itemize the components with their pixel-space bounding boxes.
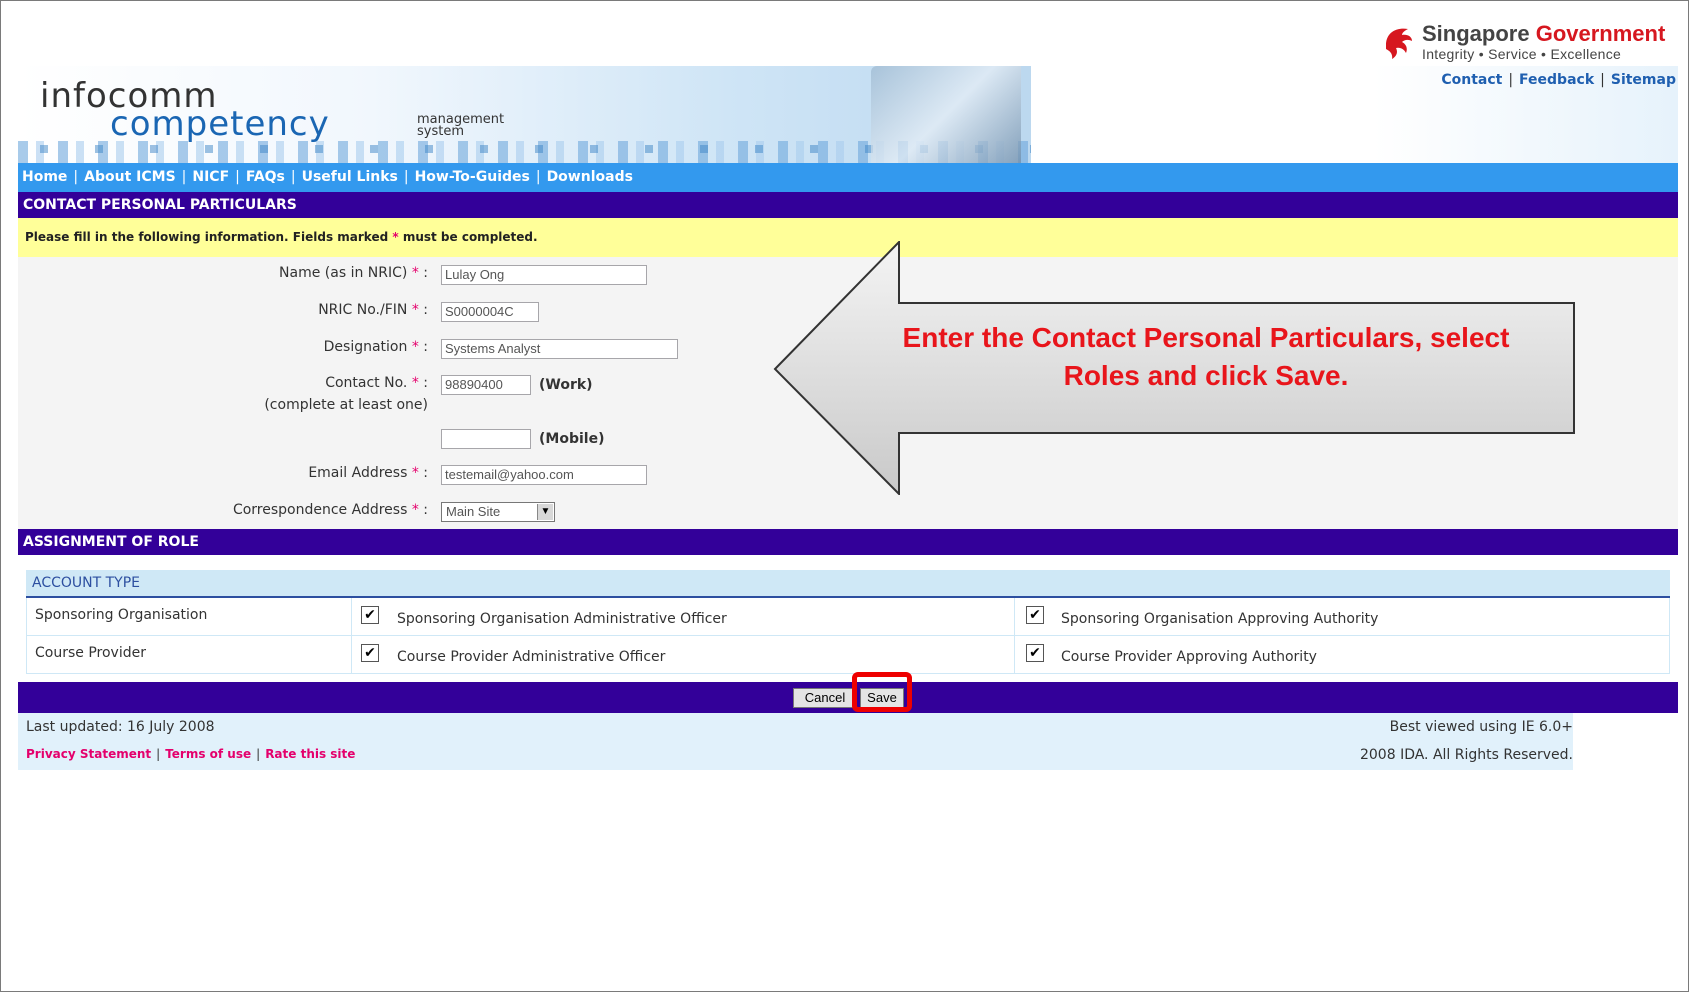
nav-nicf[interactable]: NICF [192, 169, 229, 185]
section-title-role: ASSIGNMENT OF ROLE [18, 529, 1678, 555]
role-table: ACCOUNT TYPE Sponsoring Organisation ✔ S… [18, 555, 1678, 682]
banner-word-management-system: management system [417, 112, 505, 139]
best-viewed: Best viewed using IE 6.0+ [1389, 719, 1573, 735]
address-label: Correspondence Address * : [232, 502, 428, 518]
checkbox-cp-admin[interactable]: ✔ [361, 644, 379, 662]
role-label: Sponsoring Organisation Approving Author… [1061, 611, 1379, 627]
singapore-government-logo[interactable]: Singapore Government Integrity • Service… [1382, 23, 1665, 61]
designation-label: Designation * : [323, 339, 428, 355]
account-type-cell: Course Provider [27, 636, 352, 673]
icms-banner: infocomm competency management system [18, 66, 1031, 163]
name-input[interactable]: Lulay Ong [441, 265, 647, 285]
gov-tagline: Integrity • Service • Excellence [1422, 46, 1622, 62]
last-updated: Last updated: 16 July 2008 [26, 719, 215, 735]
dropdown-arrow-icon[interactable]: ▼ [537, 504, 553, 520]
account-type-header: ACCOUNT TYPE [26, 570, 1670, 598]
footer-links: Privacy Statement | Terms of use | Rate this… [26, 747, 356, 761]
role-cell: ✔ Course Provider Approving Authority [1015, 636, 1671, 673]
gov-title: Singapore Government [1422, 21, 1666, 46]
email-label: Email Address * : [308, 465, 428, 481]
role-cell: ✔ Sponsoring Organisation Administrative… [352, 598, 1015, 635]
address-select[interactable]: Main Site ▼ [441, 502, 555, 522]
privacy-statement-link[interactable]: Privacy Statement [26, 747, 151, 761]
checkbox-cp-approving[interactable]: ✔ [1026, 644, 1044, 662]
contact-label: Contact No. * : [325, 375, 428, 391]
action-bar: Cancel Save [18, 682, 1678, 713]
page-frame: Singapore Government Integrity • Service… [0, 0, 1689, 992]
work-suffix: (Work) [539, 377, 593, 393]
role-label: Sponsoring Organisation Administrative O… [397, 611, 727, 627]
table-row: Course Provider ✔ Course Provider Admini… [26, 636, 1670, 674]
section-title-contact: CONTACT PERSONAL PARTICULARS [18, 192, 1678, 218]
callout-text: Enter the Contact Personal Particulars, … [902, 322, 1510, 391]
contact-link[interactable]: Contact [1441, 72, 1502, 88]
nav-about-icms[interactable]: About ICMS [84, 169, 176, 185]
nav-faqs[interactable]: FAQs [246, 169, 285, 185]
save-highlight-box [852, 672, 912, 712]
nav-downloads[interactable]: Downloads [547, 169, 633, 185]
checkbox-so-admin[interactable]: ✔ [361, 606, 379, 624]
banner-word-competency: competency [110, 104, 330, 144]
copyright: 2008 IDA. All Rights Reserved. [1359, 747, 1573, 763]
computer-image [871, 66, 1021, 163]
top-links: Contact | Feedback | Sitemap [1441, 72, 1676, 88]
work-phone-input[interactable]: 98890400 [441, 375, 531, 395]
role-cell: ✔ Course Provider Administrative Officer [352, 636, 1015, 673]
sitemap-link[interactable]: Sitemap [1611, 72, 1676, 88]
feedback-link[interactable]: Feedback [1519, 72, 1594, 88]
role-label: Course Provider Approving Authority [1061, 649, 1317, 665]
nric-input[interactable]: S0000004C [441, 302, 539, 322]
role-cell: ✔ Sponsoring Organisation Approving Auth… [1015, 598, 1671, 635]
lion-head-icon [1386, 28, 1412, 59]
nav-useful-links[interactable]: Useful Links [302, 169, 398, 185]
terms-of-use-link[interactable]: Terms of use [165, 747, 251, 761]
contact-sublabel: (complete at least one) [264, 397, 428, 413]
address-select-value: Main Site [446, 504, 501, 519]
email-input[interactable]: testemail@yahoo.com [441, 465, 647, 485]
role-label: Course Provider Administrative Officer [397, 649, 666, 665]
name-label: Name (as in NRIC) * : [279, 265, 428, 281]
footer: Last updated: 16 July 2008 Best viewed u… [18, 713, 1573, 770]
mobile-suffix: (Mobile) [539, 431, 605, 447]
nric-label: NRIC No./FIN * : [318, 302, 428, 318]
rate-this-site-link[interactable]: Rate this site [265, 747, 355, 761]
table-row: Sponsoring Organisation ✔ Sponsoring Org… [26, 598, 1670, 636]
account-type-cell: Sponsoring Organisation [27, 598, 352, 635]
mobile-phone-input[interactable] [441, 429, 531, 449]
checkbox-so-approving[interactable]: ✔ [1026, 606, 1044, 624]
nav-how-to-guides[interactable]: How-To-Guides [415, 169, 530, 185]
designation-input[interactable]: Systems Analyst [441, 339, 678, 359]
cancel-button[interactable]: Cancel [793, 688, 857, 708]
nav-home[interactable]: Home [22, 169, 67, 185]
main-nav: Home | About ICMS | NICF | FAQs | Useful Links | H… [18, 163, 1678, 192]
